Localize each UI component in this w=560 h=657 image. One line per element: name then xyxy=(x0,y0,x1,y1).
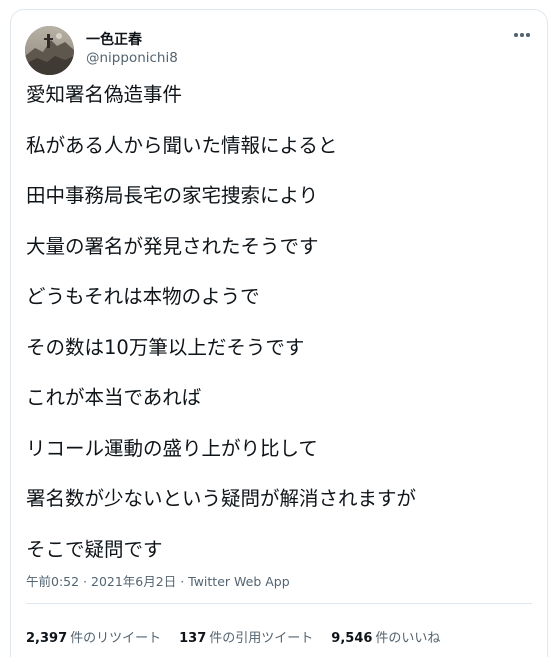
author-handle[interactable]: @nipponichi8 xyxy=(86,50,178,66)
dot xyxy=(526,33,530,37)
dot xyxy=(520,33,524,37)
tweet-source[interactable]: Twitter Web App xyxy=(188,574,290,589)
tweet-line: 署名数が少ないという疑問が解消されますが xyxy=(26,487,417,510)
engagement-stats: 2,397 件のリツイート 137 件の引用ツイート 9,546 件のいいね xyxy=(26,627,440,646)
tweet-line: これが本当であれば xyxy=(26,386,202,409)
tweet-text: 愛知署名偽造事件 私がある人から聞いた情報によると 田中事務局長宅の家宅捜索によ… xyxy=(26,83,536,588)
meta-separator: · xyxy=(79,574,91,589)
tweet-line: 田中事務局長宅の家宅捜索により xyxy=(26,184,319,207)
likes-label: 件のいいね xyxy=(375,631,441,646)
tweet-line: どうもそれは本物のようで xyxy=(26,285,260,308)
tweet-date[interactable]: 2021年6月2日 xyxy=(91,574,176,589)
divider xyxy=(26,603,532,604)
tweet-line: 大量の署名が発見されたそうです xyxy=(26,234,319,258)
retweets-label: 件のリツイート xyxy=(70,631,162,646)
quotes-stat[interactable]: 137 件の引用ツイート xyxy=(179,627,313,646)
quotes-label: 件の引用ツイート xyxy=(209,631,314,646)
tweet-line: 私がある人から聞いた情報によると xyxy=(26,133,338,157)
tweet-time[interactable]: 午前0:52 xyxy=(26,574,79,589)
retweets-stat[interactable]: 2,397 件のリツイート xyxy=(26,627,161,646)
more-options-icon[interactable] xyxy=(511,26,533,44)
avatar[interactable] xyxy=(25,26,74,75)
author-name[interactable]: 一色正春 xyxy=(86,29,142,49)
quotes-count: 137 xyxy=(179,631,207,646)
likes-stat[interactable]: 9,546 件のいいね xyxy=(331,627,440,646)
retweets-count: 2,397 xyxy=(26,631,68,646)
profile-photo-icon xyxy=(25,26,74,75)
tweet-card: 一色正春 @nipponichi8 愛知署名偽造事件 私がある人から聞いた情報に… xyxy=(10,9,548,657)
dot xyxy=(514,33,518,37)
tweet-line: リコール運動の盛り上がり比して xyxy=(26,436,318,460)
tweet-line: その数は10万筆以上だそうです xyxy=(26,335,305,359)
tweet-metadata: 午前0:52 · 2021年6月2日 · Twitter Web App xyxy=(26,571,290,590)
meta-separator: · xyxy=(176,574,189,589)
likes-count: 9,546 xyxy=(331,631,373,646)
tweet-line: 愛知署名偽造事件 xyxy=(26,83,183,106)
